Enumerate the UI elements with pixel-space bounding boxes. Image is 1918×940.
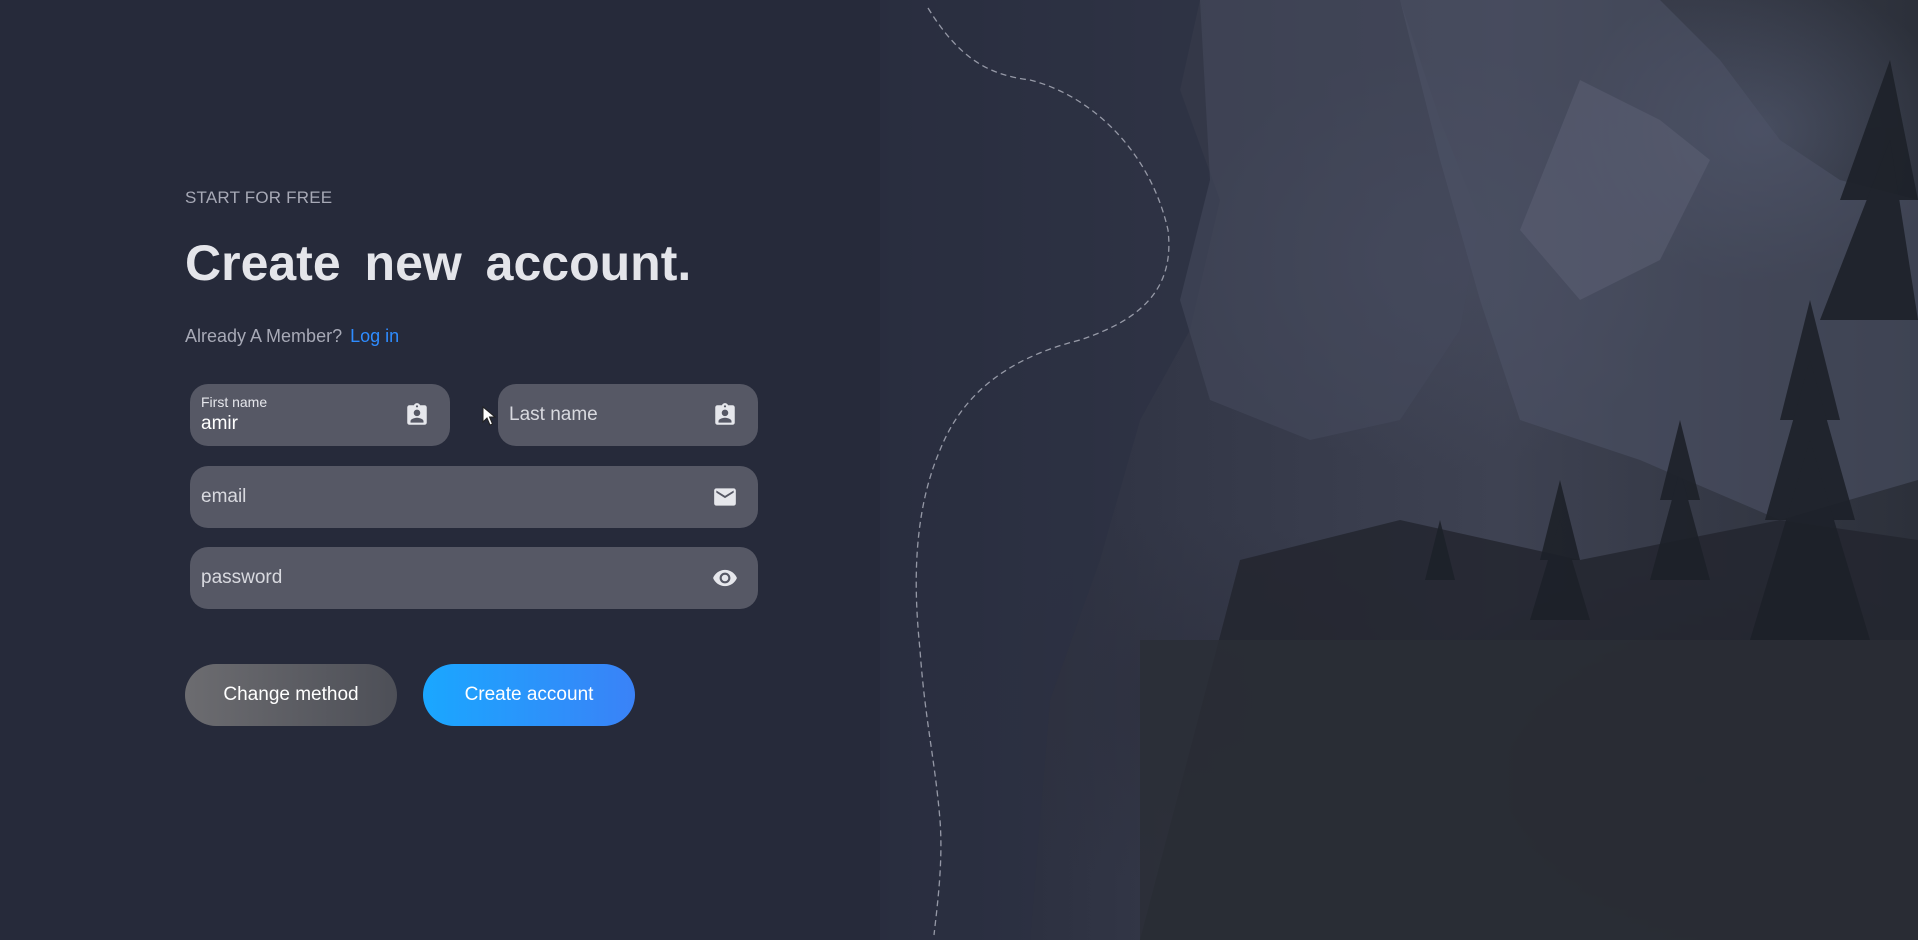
member-prompt-text: Already A Member? [185, 326, 343, 346]
create-account-button[interactable]: Create account [423, 664, 635, 726]
background-scenery [880, 0, 1918, 940]
member-prompt-line: Already A Member? Log in [185, 326, 399, 347]
last-name-placeholder: Last name [509, 404, 598, 425]
first-name-field[interactable]: First name [190, 384, 450, 446]
first-name-input[interactable] [201, 413, 371, 435]
first-name-label: First name [201, 394, 268, 410]
email-field[interactable]: email [190, 466, 758, 528]
mail-icon [714, 488, 736, 506]
mouse-cursor-icon [482, 406, 496, 426]
change-method-button[interactable]: Change method [185, 664, 397, 726]
mountain-forest-illustration [880, 0, 1918, 940]
password-placeholder: password [201, 567, 283, 588]
contact-card-icon [715, 403, 735, 425]
login-link[interactable]: Log in [350, 326, 399, 346]
last-name-field[interactable]: Last name [498, 384, 758, 446]
eyebrow-text: START FOR FREE [185, 188, 333, 207]
page-title: Create new account. [185, 235, 692, 291]
contact-card-icon [407, 403, 427, 425]
email-placeholder: email [201, 486, 247, 507]
password-field[interactable]: password [190, 547, 758, 609]
signup-page: START FOR FREE Create new account. Alrea… [0, 0, 1918, 940]
eye-icon[interactable] [712, 565, 738, 591]
